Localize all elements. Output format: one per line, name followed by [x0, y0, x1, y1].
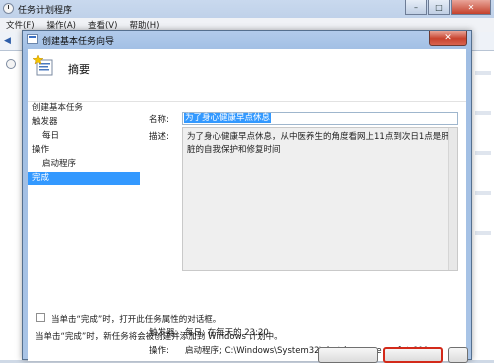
create-basic-task-wizard: 创建基本任务向导 ✕ 摘要 创建基本任务 触发器 每日 操作 启动程序 完成 名… [22, 30, 472, 363]
footer-note: 当单击“完成”时，新任务将会被创建并添加到 Windows 计划中。 [35, 332, 283, 342]
back-arrow-icon[interactable]: ◀ [4, 36, 14, 46]
open-properties-label: 当单击“完成”时，打开此任务属性的对话框。 [51, 315, 222, 325]
task-scheduler-title: 任务计划程序 [18, 6, 73, 16]
step-action[interactable]: 操作 [28, 144, 140, 157]
name-label: 名称: [149, 115, 169, 125]
wizard-body: 摘要 创建基本任务 触发器 每日 操作 启动程序 完成 名称: 为了身心健康早点… [28, 49, 468, 363]
cancel-button[interactable] [448, 347, 468, 363]
close-icon[interactable]: ✕ [451, 0, 491, 15]
actions-pane-item [475, 191, 491, 195]
actions-pane-item [475, 111, 491, 115]
page-title: 摘要 [68, 63, 90, 76]
actions-pane-item [475, 151, 491, 155]
close-icon[interactable]: ✕ [429, 31, 467, 46]
step-start-program[interactable]: 启动程序 [28, 158, 140, 171]
wizard-title: 创建基本任务向导 [42, 37, 115, 47]
wizard-header: 摘要 [28, 49, 466, 102]
description-scrollbar[interactable] [448, 128, 457, 270]
description-field[interactable]: 为了身心健康早点休息，从中医养生的角度看网上11点到次日1点是肝脏的自我保护和修… [182, 127, 458, 271]
actions-pane [470, 51, 494, 360]
step-trigger[interactable]: 触发器 [28, 116, 140, 129]
clock-icon[interactable] [6, 59, 16, 69]
task-sparkle-icon [33, 55, 53, 76]
step-create-basic-task[interactable]: 创建基本任务 [28, 102, 140, 115]
finish-button[interactable] [383, 347, 443, 363]
maximize-icon[interactable]: □ [428, 0, 450, 15]
description-value: 为了身心健康早点休息，从中医养生的角度看网上11点到次日1点是肝脏的自我保护和修… [187, 132, 450, 155]
back-button[interactable] [318, 347, 378, 363]
action-label: 操作: [149, 346, 169, 356]
description-label: 描述: [149, 132, 169, 142]
name-field[interactable]: 为了身心健康早点休息 [182, 112, 458, 125]
step-daily[interactable]: 每日 [28, 130, 140, 143]
navigation-pane [0, 51, 23, 360]
step-finish[interactable]: 完成 [28, 172, 140, 185]
wizard-titlebar: 创建基本任务向导 ✕ [23, 31, 471, 48]
minimize-icon[interactable]: – [405, 0, 427, 15]
actions-pane-item [475, 71, 491, 75]
clock-icon [3, 3, 14, 14]
task-scheduler-titlebar: 任务计划程序 – □ ✕ [0, 0, 494, 18]
name-value: 为了身心健康早点休息 [184, 113, 272, 123]
window-icon [27, 34, 38, 44]
open-properties-checkbox[interactable] [36, 313, 45, 322]
actions-pane-item [475, 231, 491, 235]
